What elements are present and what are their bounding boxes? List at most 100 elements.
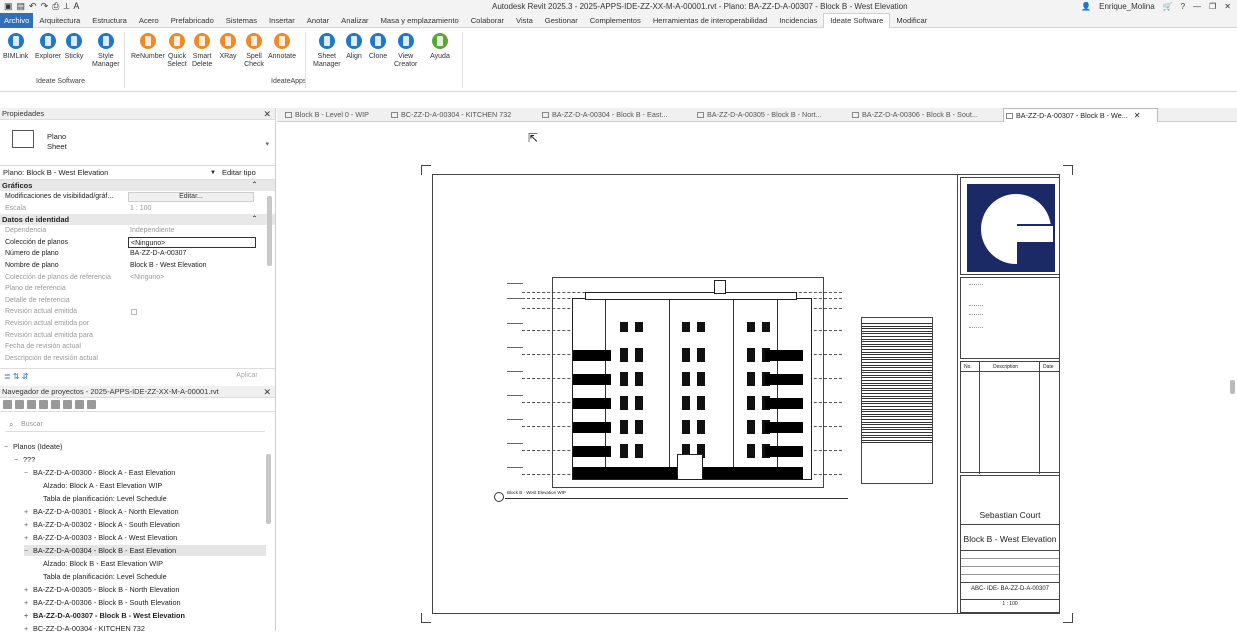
undo-icon[interactable]: ↶ [29, 1, 37, 12]
tree-item[interactable]: + BA-ZZ-D-A-00302 - Block A - South Eleva… [24, 519, 180, 530]
print-icon[interactable]: ⎙ [52, 1, 59, 12]
clone-button[interactable]: Clone [368, 31, 388, 61]
tree-item[interactable]: − Planos (Ideate) [4, 441, 63, 452]
level-schedule[interactable] [861, 317, 933, 484]
align-button[interactable]: Align [344, 31, 364, 61]
doc-tab[interactable]: BC-ZZ-D-A-00304 - KITCHEN 732 [389, 108, 534, 122]
tab-ideate-software[interactable]: Ideate Software [823, 12, 891, 28]
expand-icon[interactable] [63, 400, 72, 409]
cart-icon[interactable]: 🛒 [1163, 0, 1173, 13]
tab-colaborar[interactable]: Colaborar [465, 13, 510, 28]
tab-analizar[interactable]: Analizar [335, 13, 374, 28]
expand-icon[interactable]: + [24, 597, 33, 608]
close-icon[interactable]: ✕ [1224, 0, 1231, 13]
properties-scrollbar[interactable] [267, 196, 272, 266]
redo-icon[interactable]: ↷ [41, 1, 49, 12]
collapse-icon[interactable] [75, 400, 84, 409]
tab-anotar[interactable]: Anotar [301, 13, 335, 28]
help-icon[interactable]: ? [1181, 0, 1185, 13]
tab-estructura[interactable]: Estructura [86, 13, 133, 28]
section-identity[interactable]: Datos de identidad ⌃ [0, 214, 275, 226]
doc-tab[interactable]: BA-ZZ-D-A-00307 - Block B - We... ✕ [1003, 108, 1158, 122]
edit-type-button[interactable]: Editar tipo [222, 166, 256, 180]
tab-insertar[interactable]: Insertar [263, 13, 301, 28]
schedule-icon[interactable] [39, 400, 48, 409]
renumber-button[interactable]: ReNumber [131, 31, 165, 61]
tab-incidencias[interactable]: Incidencias [773, 13, 823, 28]
tree-item[interactable]: + BA-ZZ-D-A-00301 - Block A - North Eleva… [24, 506, 179, 517]
smart-delete-button[interactable]: Smart Delete [192, 31, 212, 69]
filter-icon[interactable] [51, 400, 60, 409]
link-icon[interactable] [87, 400, 96, 409]
revision-checkbox[interactable] [131, 309, 137, 316]
collapse-icon[interactable]: − [24, 467, 33, 478]
collection-field[interactable]: <Ninguno> [128, 236, 256, 248]
tab-masa-y-emplazamiento[interactable]: Masa y emplazamiento [375, 13, 465, 28]
collapse-icon[interactable]: ⌃ [252, 214, 257, 225]
sticky-button[interactable]: Sticky [64, 31, 84, 61]
tree-item[interactable]: + BA-ZZ-D-A-00307 - Block B - West Elevat… [24, 610, 185, 621]
open-icon[interactable]: ▣ [4, 1, 13, 12]
expand-icon[interactable]: + [24, 584, 33, 595]
chevron-down-icon[interactable]: ▼ [210, 166, 216, 180]
tab-complementos[interactable]: Complementos [584, 13, 647, 28]
bimlink-button[interactable]: BIMLink [3, 31, 28, 61]
tree-item[interactable]: − BA-ZZ-D-A-00300 - Block A - East Elevat… [24, 467, 175, 478]
browser-search-input[interactable]: ⌕ Buscar [5, 418, 265, 432]
organize-icon[interactable] [15, 400, 24, 409]
doc-tab[interactable]: BA-ZZ-D-A-00306 - Block B - Sout... [850, 108, 998, 122]
apply-button[interactable]: Aplicar [227, 372, 267, 382]
ayuda-button[interactable]: Ayuda [430, 31, 450, 61]
tree-item[interactable]: Tabla de planificación: Level Schedule [34, 571, 167, 582]
tab-vista[interactable]: Vista [510, 13, 539, 28]
expand-icon[interactable]: + [24, 532, 33, 543]
sheet-number-field[interactable]: BA-ZZ-D-A-00307 [130, 248, 256, 260]
tab-archivo[interactable]: Archivo [0, 12, 34, 28]
instance-filter[interactable]: Plano: Block B - West Elevation ▼ Editar… [0, 166, 275, 180]
style-manager-button[interactable]: Style Manager [92, 31, 120, 69]
tab-prefabricado[interactable]: Prefabricado [165, 13, 220, 28]
type-selector[interactable]: Plano Sheet ▾ [0, 120, 275, 166]
close-icon[interactable]: ✕ [263, 386, 271, 398]
tab-herramientas-de-interoperabilidad[interactable]: Herramientas de interoperabilidad [647, 13, 773, 28]
tree-item[interactable]: + BC-ZZ-D-A-00304 - KITCHEN 732 [24, 623, 145, 634]
quick-select-button[interactable]: Quick Select [167, 31, 187, 69]
view-creator-button[interactable]: View Creator [394, 31, 417, 69]
tree-item[interactable]: Alzado: Block A - East Elevation WIP [34, 480, 162, 491]
sheet-name-field[interactable]: Block B - West Elevation [130, 260, 256, 272]
minimize-icon[interactable]: — [1193, 0, 1201, 13]
tree-item[interactable]: + BA-ZZ-D-A-00303 - Block A - West Elevat… [24, 532, 177, 543]
doc-tab[interactable]: Block B - Level 0 - WIP [283, 108, 383, 122]
chevron-down-icon[interactable]: ▾ [265, 140, 269, 148]
drawing-canvas[interactable]: No. Description Date Sebastian Court Blo… [277, 122, 1237, 631]
tab-acero[interactable]: Acero [133, 13, 165, 28]
doc-tab[interactable]: BA-ZZ-D-A-00305 - Block B - Nort... [695, 108, 845, 122]
tree-item[interactable]: + BA-ZZ-D-A-00305 - Block B - North Eleva… [24, 584, 179, 595]
tab-modificar[interactable]: Modificar [890, 13, 933, 28]
tab-gestionar[interactable]: Gestionar [539, 13, 584, 28]
tree-item[interactable]: −??? [14, 454, 35, 465]
canvas-scrollbar[interactable] [1230, 380, 1235, 394]
sheet-manager-button[interactable]: Sheet Manager [313, 31, 341, 69]
tab-sistemas[interactable]: Sistemas [220, 13, 263, 28]
tab-arquitectura[interactable]: Arquitectura [33, 13, 86, 28]
properties-help-icon[interactable]: ≣ ⇅ ⇵ [4, 372, 29, 381]
close-tab-icon[interactable]: ✕ [1134, 111, 1141, 120]
annotate-button[interactable]: Annotate [268, 31, 296, 61]
measure-icon[interactable]: ⟂ [63, 1, 69, 12]
save-icon[interactable]: ▤ [17, 1, 26, 12]
text-icon[interactable]: A [73, 1, 79, 12]
collapse-icon[interactable]: − [24, 545, 33, 556]
expand-icon[interactable]: + [24, 519, 33, 530]
close-icon[interactable]: ✕ [263, 108, 271, 120]
tree-item[interactable]: Alzado: Block B - East Elevation WIP [34, 558, 163, 569]
user-name[interactable]: Enrique_Molina [1099, 0, 1155, 13]
expand-icon[interactable]: + [24, 610, 33, 621]
explorer-button[interactable]: Explorer [35, 31, 61, 61]
expand-icon[interactable]: + [24, 623, 33, 634]
tree-item[interactable]: − BA-ZZ-D-A-00304 - Block B - East Elevat… [24, 545, 266, 556]
collapse-icon[interactable]: ⌃ [252, 180, 257, 191]
expand-icon[interactable]: + [24, 506, 33, 517]
restore-icon[interactable]: ❐ [1209, 0, 1216, 13]
edit-visibility-button[interactable]: Editar... [128, 192, 254, 202]
